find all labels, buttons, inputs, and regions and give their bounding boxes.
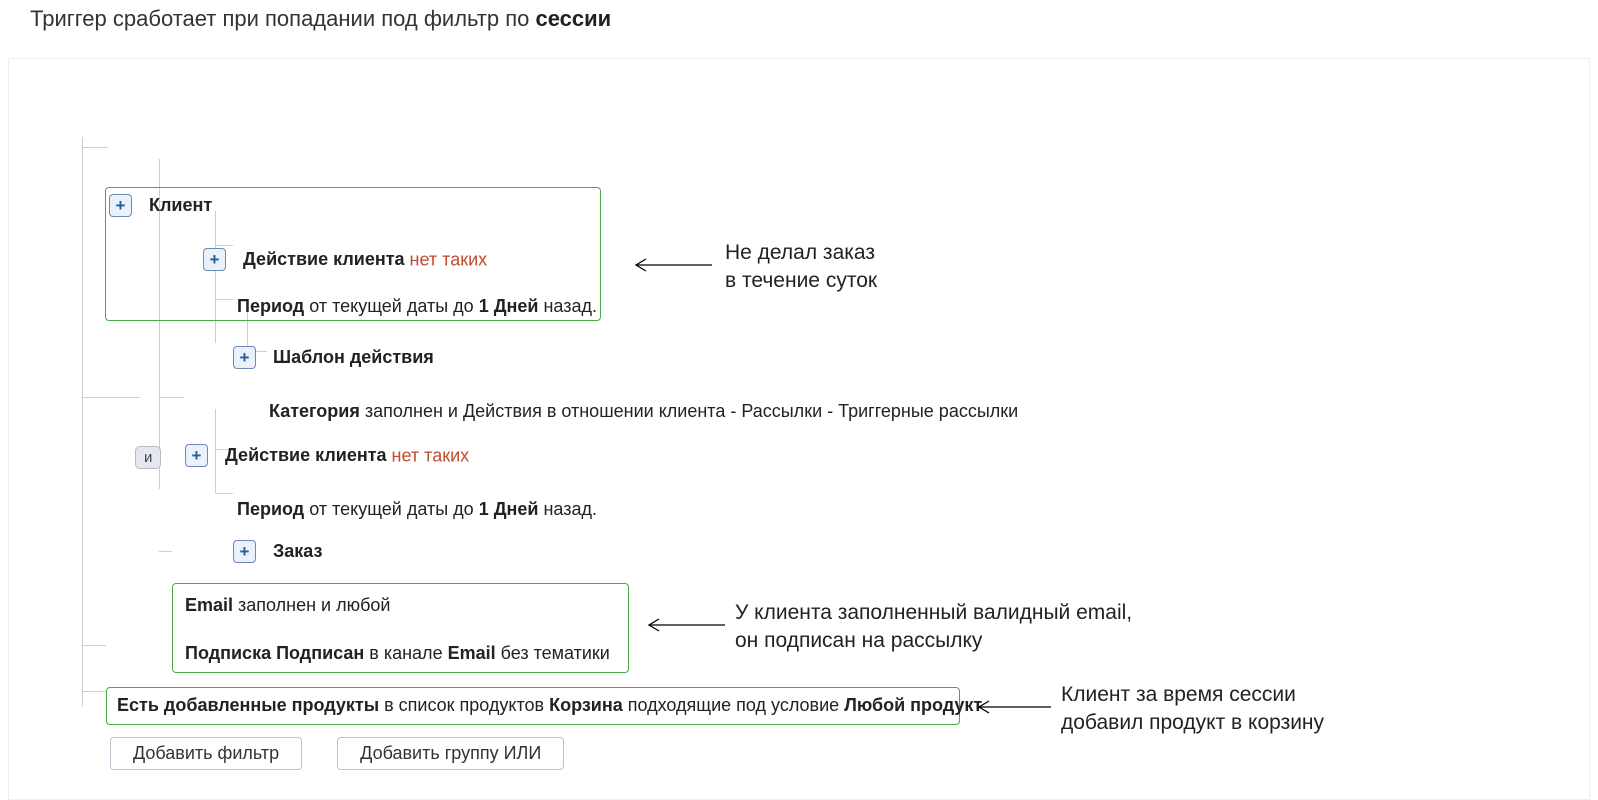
prod-t2: подходящие под условие	[628, 695, 844, 715]
period2-mid: от текущей даты до	[309, 499, 478, 519]
period1-mid: от текущей даты до	[309, 296, 478, 316]
add-filter-button[interactable]: Добавить фильтр	[110, 737, 302, 770]
node-action1-tag: нет таких	[410, 249, 488, 269]
expand-order-button[interactable]: +	[233, 540, 256, 563]
node-action1-label[interactable]: Действие клиента	[243, 249, 410, 269]
prod-b3: Любой продукт	[844, 695, 982, 715]
arrow-icon	[628, 257, 714, 273]
annotation-2-l1: У клиента заполненный валидный email,	[735, 601, 1132, 624]
node-client[interactable]: Клиент	[149, 195, 212, 215]
add-or-group-button[interactable]: Добавить группу ИЛИ	[337, 737, 564, 770]
expand-action1-button[interactable]: +	[203, 248, 226, 271]
annotation-3-l1: Клиент за время сессии	[1061, 683, 1296, 706]
and-operator-pill[interactable]: и	[135, 446, 161, 469]
period2-pref: Период	[237, 499, 309, 519]
annotation-3: Клиент за время сессии добавил продукт в…	[1061, 681, 1324, 738]
arrow-icon	[971, 699, 1053, 715]
node-order[interactable]: Заказ	[273, 541, 322, 561]
prod-b1: Есть добавленные продукты	[117, 695, 384, 715]
period2-num: 1 Дней	[479, 499, 544, 519]
email-bold: Email	[185, 595, 238, 615]
filter-panel: + Клиент + Действие клиента нет таких Пе…	[8, 58, 1590, 800]
page-title-text: Триггер сработает при попадании под филь…	[30, 6, 535, 31]
period1-suf: назад.	[543, 296, 597, 316]
period1-num: 1 Дней	[479, 296, 544, 316]
annotation-1-l2: в течение суток	[725, 269, 877, 292]
period2-suf: назад.	[543, 499, 597, 519]
annotation-3-l2: добавил продукт в корзину	[1061, 711, 1324, 734]
expand-action2-button[interactable]: +	[185, 444, 208, 467]
category-label: Категория	[269, 401, 365, 421]
annotation-1: Не делал заказ в течение суток	[725, 239, 877, 296]
node-action2-label[interactable]: Действие клиента	[225, 445, 392, 465]
prod-t1: в список продуктов	[384, 695, 549, 715]
sub-t1: в канале	[369, 643, 447, 663]
annotation-1-l1: Не делал заказ	[725, 241, 875, 264]
page-title-bold: сессии	[535, 6, 611, 31]
sub-b1: Подписка Подписан	[185, 643, 369, 663]
annotation-2: У клиента заполненный валидный email, он…	[735, 599, 1132, 656]
prod-b2: Корзина	[549, 695, 628, 715]
sub-b2: Email	[448, 643, 501, 663]
node-action2-tag: нет таких	[392, 445, 470, 465]
annotation-2-l2: он подписан на рассылку	[735, 629, 982, 652]
expand-template-button[interactable]: +	[233, 346, 256, 369]
page-title: Триггер сработает при попадании под филь…	[0, 0, 1598, 40]
arrow-icon	[641, 617, 727, 633]
category-text: заполнен и Действия в отношении клиента …	[365, 401, 1018, 421]
expand-client-button[interactable]: +	[109, 194, 132, 217]
node-template[interactable]: Шаблон действия	[273, 347, 434, 367]
period1-pref: Период	[237, 296, 309, 316]
sub-t2: без тематики	[501, 643, 610, 663]
email-text: заполнен и любой	[238, 595, 390, 615]
